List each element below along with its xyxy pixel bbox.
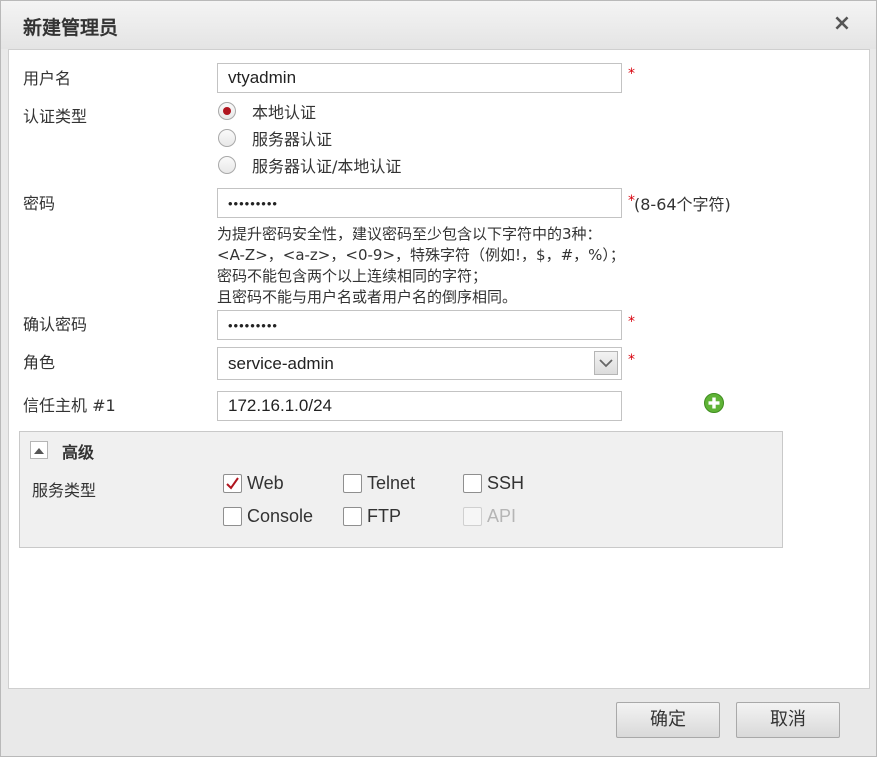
role-select-value: service-admin: [228, 354, 334, 373]
checkbox-label-console: Console: [247, 505, 314, 526]
auth-type-label: 认证类型: [23, 107, 88, 126]
hint-line: 密码不能包含两个以上连续相同的字符；: [217, 267, 488, 285]
checkbox-box[interactable]: [223, 506, 242, 526]
dialog-content: 用户名 * 认证类型 本地认证 服务器认证 服务器认证/本地认证 密码 * (8…: [8, 49, 870, 689]
password-label: 密码: [23, 194, 56, 213]
checkbox-ssh[interactable]: SSH: [463, 472, 524, 494]
advanced-section: 高级 服务类型 Web Telnet SSH Console FTP API: [19, 431, 783, 548]
checkbox-box[interactable]: [343, 473, 362, 493]
checkbox-label-telnet: Telnet: [367, 472, 416, 493]
checkbox-box[interactable]: [463, 473, 482, 493]
hint-line: 且密码不能与用户名或者用户名的倒序相同。: [217, 288, 518, 306]
checkmark-icon: [226, 476, 239, 490]
password-input[interactable]: [217, 188, 622, 218]
chevron-down-icon[interactable]: [594, 351, 618, 375]
trusted-host-input[interactable]: [217, 391, 622, 421]
password-length-hint: (8-64个字符): [634, 195, 731, 214]
checkbox-console[interactable]: Console: [223, 505, 313, 527]
radio-server-local-auth[interactable]: 服务器认证/本地认证: [218, 154, 401, 176]
required-mark: *: [628, 66, 635, 82]
checkbox-label-ssh: SSH: [487, 472, 525, 493]
radio-label-server-auth: 服务器认证: [252, 130, 333, 149]
hint-line: <A-Z>，<a-z>，<0-9>，特殊字符（例如!，$，#，%）；: [217, 246, 625, 264]
trusted-host-label: 信任主机 #1: [23, 396, 116, 415]
dialog-titlebar: 新建管理员 ×: [1, 1, 876, 49]
checkbox-label-ftp: FTP: [367, 505, 401, 526]
checkbox-box-disabled: [463, 506, 482, 526]
radio-button[interactable]: [218, 156, 236, 174]
cancel-button[interactable]: 取消: [736, 702, 840, 738]
required-mark: *: [628, 314, 635, 330]
advanced-title: 高级: [62, 443, 95, 462]
confirm-password-label: 确认密码: [23, 315, 88, 334]
checkbox-web[interactable]: Web: [223, 472, 284, 494]
required-mark: *: [628, 352, 635, 368]
plus-circle-icon[interactable]: [704, 393, 724, 413]
triangle-up-icon[interactable]: [30, 441, 48, 459]
checkbox-ftp[interactable]: FTP: [343, 505, 401, 527]
radio-server-auth[interactable]: 服务器认证: [218, 127, 332, 149]
ok-button[interactable]: 确定: [616, 702, 720, 738]
confirm-password-input[interactable]: [217, 310, 622, 340]
checkbox-telnet[interactable]: Telnet: [343, 472, 415, 494]
checkbox-label-web: Web: [247, 472, 284, 493]
checkbox-box[interactable]: [223, 473, 242, 493]
radio-button[interactable]: [218, 129, 236, 147]
service-type-label: 服务类型: [32, 481, 97, 500]
radio-label-server-local-auth: 服务器认证/本地认证: [252, 157, 402, 176]
hint-line: 为提升密码安全性，建议密码至少包含以下字符中的3种：: [217, 225, 602, 243]
checkbox-api: API: [463, 505, 516, 527]
username-input[interactable]: [217, 63, 622, 93]
checkbox-box[interactable]: [343, 506, 362, 526]
new-admin-dialog: 新建管理员 × 用户名 * 认证类型 本地认证 服务器认证 服务器认证/本地认证…: [0, 0, 877, 757]
radio-label-local-auth: 本地认证: [252, 103, 317, 122]
close-icon[interactable]: ×: [830, 12, 854, 36]
radio-button-selected[interactable]: [218, 102, 236, 120]
role-select[interactable]: service-admin: [217, 347, 622, 380]
dialog-title: 新建管理员: [23, 17, 119, 39]
radio-local-auth[interactable]: 本地认证: [218, 100, 316, 122]
checkbox-label-api: API: [487, 505, 517, 526]
password-rules-hint: 为提升密码安全性，建议密码至少包含以下字符中的3种： <A-Z>，<a-z>，<…: [217, 224, 625, 308]
role-label: 角色: [23, 353, 56, 372]
username-label: 用户名: [23, 69, 72, 88]
